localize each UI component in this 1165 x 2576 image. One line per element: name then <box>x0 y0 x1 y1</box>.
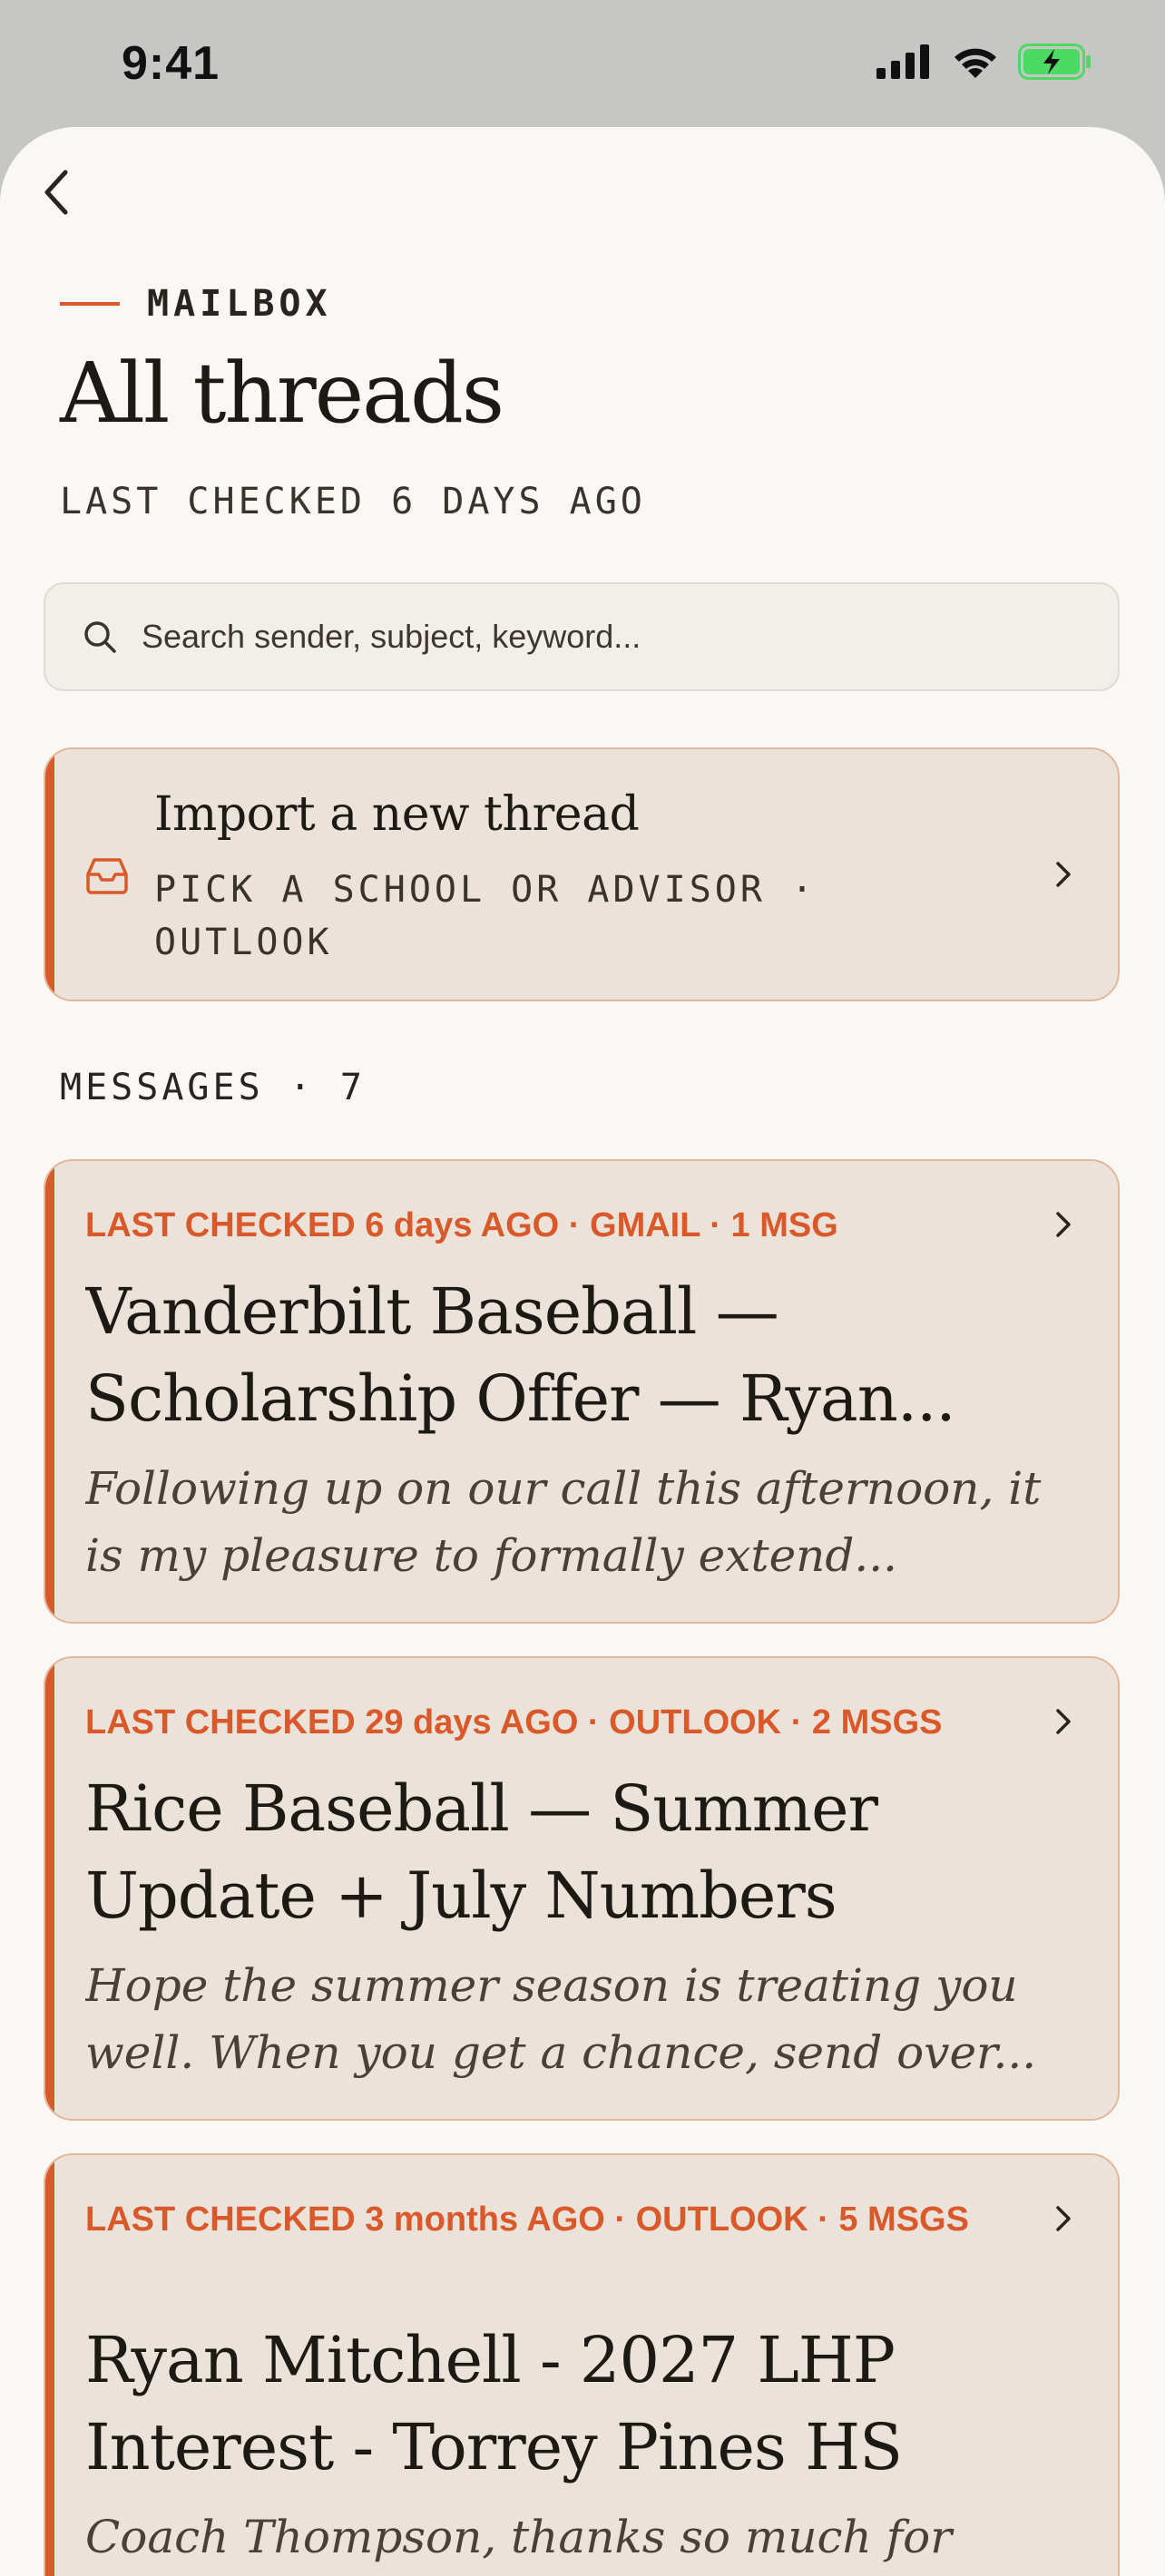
accent-bar <box>45 749 54 1000</box>
battery-charging-icon <box>1018 44 1091 80</box>
eyebrow: MAILBOX <box>60 283 332 325</box>
cellular-signal-icon <box>876 44 929 79</box>
search-icon <box>82 619 118 655</box>
message-card[interactable]: LAST CHECKED 6 days AGO · GMAIL · 1 MSG … <box>44 1159 1120 1624</box>
chevron-right-icon <box>1056 1709 1071 1734</box>
status-bar: 9:41 <box>0 0 1165 127</box>
message-meta: LAST CHECKED 3 months AGO · OUTLOOK · 5 … <box>85 2200 969 2239</box>
search-input[interactable] <box>140 617 1118 657</box>
sheet: MAILBOX All threads LAST CHECKED 6 DAYS … <box>0 127 1165 2576</box>
message-meta: LAST CHECKED 6 days AGO · GMAIL · 1 MSG <box>85 1206 838 1244</box>
messages-section-label: MESSAGES · 7 <box>60 1067 366 1108</box>
message-card[interactable]: LAST CHECKED 3 months AGO · OUTLOOK · 5 … <box>44 2153 1120 2576</box>
chevron-left-icon <box>44 170 68 215</box>
search-bar[interactable] <box>44 582 1120 691</box>
chevron-right-icon <box>1056 2206 1071 2231</box>
message-title: Ryan Mitchell - 2027 LHP Interest - Torr… <box>85 2323 903 2484</box>
chevron-right-icon <box>1056 1212 1071 1237</box>
inbox-icon <box>85 856 129 901</box>
message-title: Rice Baseball — Summer Update + July Num… <box>85 1771 878 1933</box>
message-preview: Following up on our call this afternoon,… <box>85 1462 1042 1582</box>
import-subtitle: PICK A SCHOOL OR ADVISOR · OUTLOOK <box>154 869 817 963</box>
page-title: All threads <box>60 345 504 442</box>
message-preview: Hope the summer season is treating you w… <box>85 1959 1037 2079</box>
message-preview: Coach Thompson, thanks so much for watch… <box>85 2511 953 2563</box>
eyebrow-line <box>60 302 120 306</box>
import-thread-card[interactable]: Import a new thread PICK A SCHOOL OR ADV… <box>44 747 1120 1001</box>
accent-bar <box>45 2155 54 2576</box>
message-card[interactable]: LAST CHECKED 29 days AGO · OUTLOOK · 2 M… <box>44 1656 1120 2121</box>
back-button[interactable] <box>36 163 76 221</box>
chevron-right-icon <box>1056 862 1071 887</box>
wifi-icon <box>955 48 996 78</box>
accent-bar <box>45 1658 54 2119</box>
status-icons <box>876 44 1092 80</box>
accent-bar <box>45 1161 54 1622</box>
import-title: Import a new thread <box>154 787 640 842</box>
status-time: 9:41 <box>122 37 220 90</box>
last-checked-label: LAST CHECKED 6 DAYS AGO <box>60 481 646 522</box>
message-meta: LAST CHECKED 29 days AGO · OUTLOOK · 2 M… <box>85 1703 943 1742</box>
eyebrow-label: MAILBOX <box>147 283 332 325</box>
message-title: Vanderbilt Baseball — Scholarship Offer … <box>85 1274 956 1436</box>
